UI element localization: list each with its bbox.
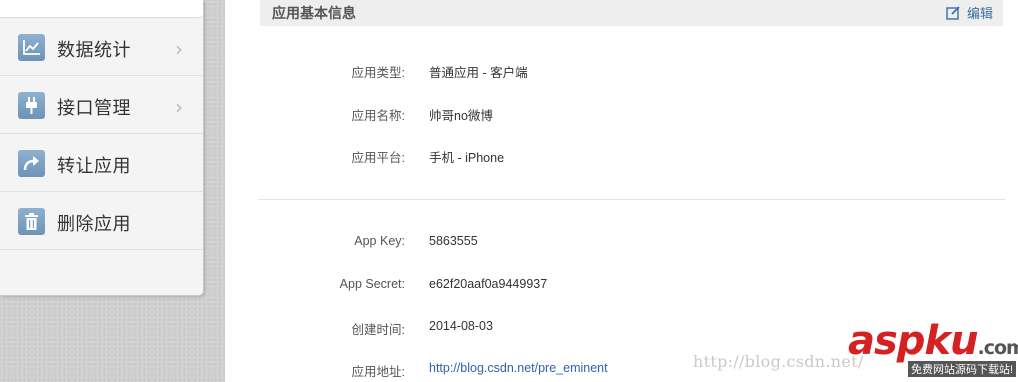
app-platform-label: 应用平台: bbox=[351, 151, 405, 165]
panel-header: 应用基本信息 编辑 bbox=[260, 0, 1003, 26]
created-time-value: 2014-08-03 bbox=[429, 319, 493, 333]
app-name-label: 应用名称: bbox=[351, 109, 405, 123]
created-time-label: 创建时间: bbox=[351, 323, 405, 337]
app-url-link[interactable]: http://blog.csdn.net/pre_eminent bbox=[429, 361, 608, 375]
edit-button[interactable]: 编辑 bbox=[946, 3, 993, 22]
sidebar-item-label: 转让应用 bbox=[57, 156, 131, 176]
sidebar-item-delete[interactable]: 删除应用 bbox=[0, 192, 203, 250]
plug-icon bbox=[18, 92, 45, 119]
edit-label: 编辑 bbox=[966, 6, 993, 21]
watermark-logo-suffix: .com bbox=[977, 337, 1018, 359]
chevron-right-icon: › bbox=[175, 95, 183, 119]
chevron-right-icon: › bbox=[175, 37, 183, 61]
watermark-url: http://blog.csdn.net/ bbox=[693, 352, 864, 371]
app-type-value: 普通应用 - 客户端 bbox=[429, 66, 528, 80]
sidebar-top-item[interactable] bbox=[0, 0, 203, 18]
section-divider bbox=[258, 199, 1005, 200]
edit-icon bbox=[946, 6, 960, 20]
app-url-label: 应用地址: bbox=[351, 365, 405, 379]
watermark-logo-text: aspku bbox=[848, 318, 979, 364]
sidebar: 数据统计 › 接口管理 › 转让应用 删除应用 bbox=[0, 0, 204, 296]
watermark-logo: aspku.com bbox=[848, 318, 1018, 364]
sidebar-item-label: 删除应用 bbox=[57, 214, 131, 234]
sidebar-item-transfer[interactable]: 转让应用 bbox=[0, 134, 203, 192]
app-key-value: 5863555 bbox=[429, 234, 478, 248]
app-platform-value: 手机 - iPhone bbox=[429, 151, 505, 165]
chart-icon bbox=[18, 34, 45, 61]
sidebar-item-label: 接口管理 bbox=[57, 98, 131, 118]
sidebar-item-stats[interactable]: 数据统计 › bbox=[0, 18, 203, 76]
app-type-label: 应用类型: bbox=[351, 66, 405, 80]
trash-icon bbox=[18, 208, 45, 235]
watermark-tagline: 免费网站源码下载站! bbox=[908, 361, 1017, 377]
app-key-label: App Key: bbox=[354, 234, 405, 248]
app-secret-label: App Secret: bbox=[339, 277, 405, 291]
sidebar-item-label: 数据统计 bbox=[57, 40, 131, 60]
sidebar-item-api[interactable]: 接口管理 › bbox=[0, 76, 203, 134]
app-secret-value: e62f20aaf0a9449937 bbox=[429, 277, 548, 291]
panel-title: 应用基本信息 bbox=[272, 5, 356, 21]
app-name-value: 帅哥no微博 bbox=[429, 109, 493, 123]
share-arrow-icon bbox=[18, 150, 45, 177]
